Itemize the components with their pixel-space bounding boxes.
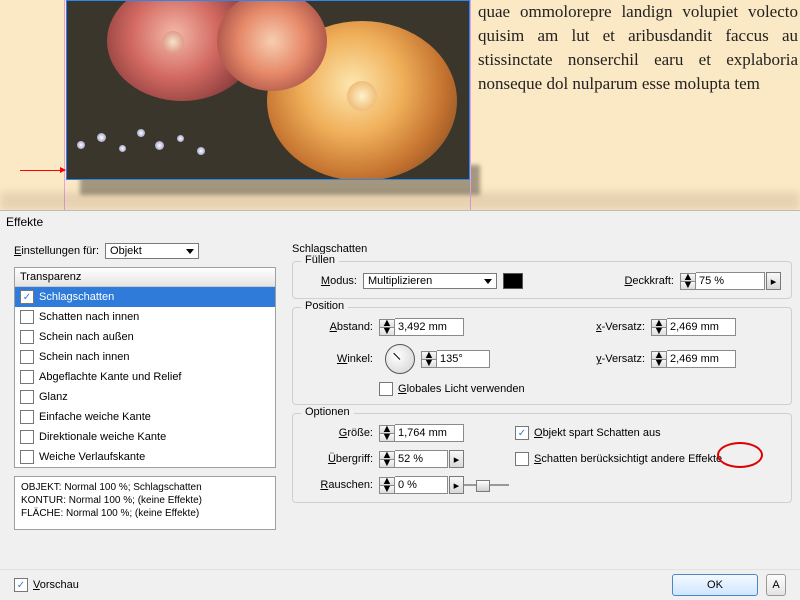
effect-item-2[interactable]: Schein nach außen [15, 327, 275, 347]
effect-checkbox[interactable] [20, 310, 34, 324]
angle-dial[interactable] [385, 344, 415, 374]
effect-item-6[interactable]: Einfache weiche Kante [15, 407, 275, 427]
angle-stepper[interactable]: ▲▼ [421, 350, 490, 368]
effect-item-0[interactable]: ✓ Schlagschatten [15, 287, 275, 307]
effect-checkbox[interactable] [20, 350, 34, 364]
effect-checkbox[interactable] [20, 430, 34, 444]
margin-guide [64, 0, 65, 210]
position-group-title: Position [301, 300, 348, 312]
blurred-text-row [0, 192, 800, 210]
settings-for-select[interactable]: Objekt [105, 243, 199, 259]
body-text: quae ommolorepre landign volupiet volect… [478, 0, 798, 96]
column-guide [470, 0, 471, 210]
effect-item-8[interactable]: Weiche Verlaufskante [15, 447, 275, 467]
effects-panel: Einstellungen für: Objekt Transparenz ✓ S… [0, 233, 800, 573]
opacity-label: Deckkraft: [624, 275, 674, 287]
effect-item-3[interactable]: Schein nach innen [15, 347, 275, 367]
distance-stepper[interactable]: ▲▼ [379, 318, 509, 336]
effect-label: Direktionale weiche Kante [39, 431, 166, 443]
position-group: Position Abstand: ▲▼ x-Versatz: ▲▼ Winke… [292, 307, 792, 405]
opacity-flyout-icon[interactable]: ▸ [766, 272, 781, 290]
y-offset-label: y-Versatz: [515, 353, 645, 365]
noise-slider[interactable] [464, 478, 509, 492]
placed-image [67, 1, 469, 179]
x-offset-stepper[interactable]: ▲▼ [651, 318, 781, 336]
document-canvas: quae ommolorepre landign volupiet volect… [0, 0, 800, 210]
options-group: Optionen Größe: ▲▼ ✓Objekt spart Schatte… [292, 413, 792, 503]
effect-label: Abgeflachte Kante und Relief [39, 371, 182, 383]
effect-checkbox[interactable] [20, 370, 34, 384]
fill-group: Füllen Modus: Multiplizieren Deckkraft: … [292, 261, 792, 299]
effects-summary: OBJEKT: Normal 100 %; Schlagschatten KON… [14, 476, 276, 530]
size-stepper[interactable]: ▲▼ [379, 424, 509, 442]
blend-mode-select[interactable]: Multiplizieren [363, 273, 497, 289]
global-light-checkbox[interactable]: Globales Licht verwenden [379, 382, 781, 396]
distance-label: Abstand: [303, 321, 373, 333]
knockout-checkbox[interactable]: ✓Objekt spart Schatten aus [515, 426, 781, 440]
opacity-stepper[interactable]: ▲▼ [680, 272, 765, 290]
effect-checkbox[interactable] [20, 410, 34, 424]
effect-label: Glanz [39, 391, 68, 403]
spread-stepper[interactable]: ▲▼ [379, 450, 448, 468]
effect-label: Einfache weiche Kante [39, 411, 151, 423]
noise-stepper[interactable]: ▲▼ [379, 476, 448, 494]
effect-list: Transparenz ✓ Schlagschatten Schatten nach… [14, 267, 276, 468]
selected-image-frame[interactable] [66, 0, 470, 180]
section-title: Schlagschatten [292, 243, 792, 255]
arrow-annotation [20, 170, 65, 171]
shadow-color-swatch[interactable] [503, 273, 523, 289]
angle-label: Winkel: [303, 353, 373, 365]
y-offset-stepper[interactable]: ▲▼ [651, 350, 781, 368]
spread-label: Übergriff: [303, 453, 373, 465]
noise-label: Rauschen: [303, 479, 373, 491]
noise-flyout-icon[interactable]: ▸ [449, 476, 464, 494]
effect-checkbox[interactable]: ✓ [20, 290, 34, 304]
effect-checkbox[interactable] [20, 390, 34, 404]
effect-list-header[interactable]: Transparenz [15, 268, 275, 287]
effect-item-7[interactable]: Direktionale weiche Kante [15, 427, 275, 447]
panel-title: Effekte [0, 210, 800, 233]
effect-label: Schein nach innen [39, 351, 130, 363]
effect-item-4[interactable]: Abgeflachte Kante und Relief [15, 367, 275, 387]
fill-group-title: Füllen [301, 254, 339, 266]
preview-checkbox[interactable]: ✓Vorschau [14, 578, 79, 592]
effect-label: Schlagschatten [39, 291, 114, 303]
effect-item-1[interactable]: Schatten nach innen [15, 307, 275, 327]
effect-checkbox[interactable] [20, 330, 34, 344]
spread-flyout-icon[interactable]: ▸ [449, 450, 464, 468]
cancel-button-partial[interactable]: A [766, 574, 786, 596]
ok-button[interactable]: OK [672, 574, 758, 596]
options-group-title: Optionen [301, 406, 354, 418]
effect-label: Schatten nach innen [39, 311, 139, 323]
effect-label: Weiche Verlaufskante [39, 451, 145, 463]
size-label: Größe: [303, 427, 373, 439]
effect-item-5[interactable]: Glanz [15, 387, 275, 407]
settings-for-label: Einstellungen für: [14, 245, 99, 257]
effect-checkbox[interactable] [20, 450, 34, 464]
effect-label: Schein nach außen [39, 331, 134, 343]
honors-effects-checkbox[interactable]: Schatten berücksichtigt andere Effekte [515, 452, 781, 466]
mode-label: Modus: [303, 275, 357, 287]
x-offset-label: x-Versatz: [515, 321, 645, 333]
